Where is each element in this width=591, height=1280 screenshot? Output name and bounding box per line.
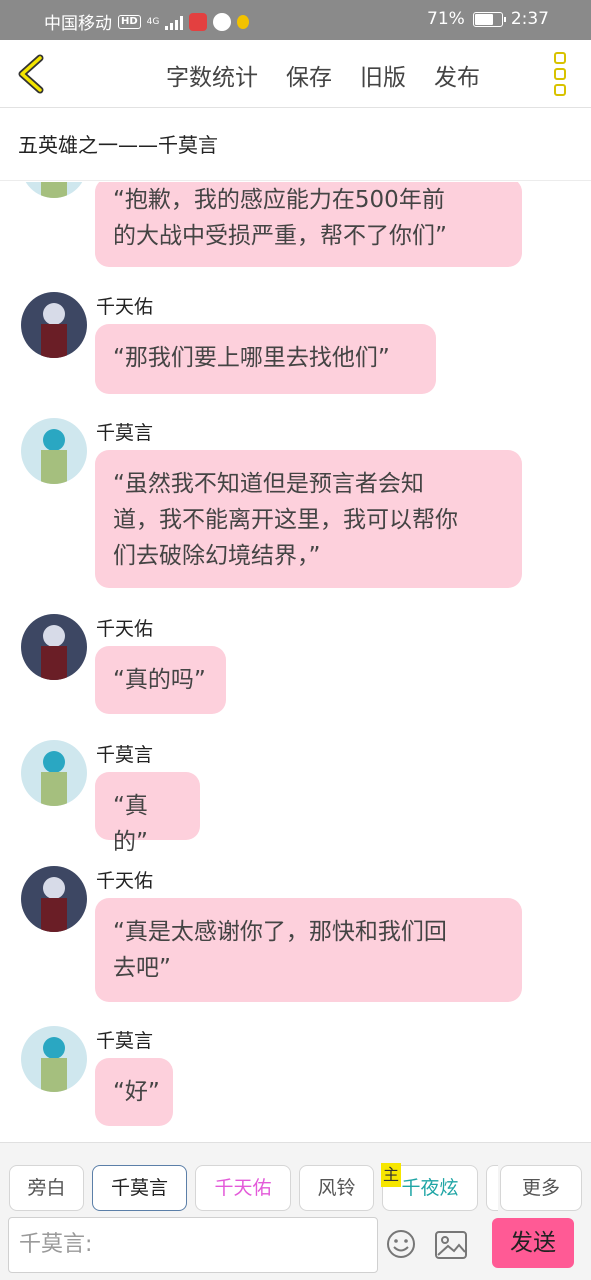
input-row: 千莫言: 发送 [0, 1217, 591, 1277]
role-narrator[interactable]: 旁白 [9, 1165, 84, 1211]
sender-name: 千天佑 [96, 870, 154, 892]
avatar-qianmoyan-image [21, 418, 87, 484]
role-overflow [486, 1165, 498, 1211]
toolbar-actions: 字数统计 保存 旧版 发布 [166, 58, 480, 92]
message-input[interactable]: 千莫言: [8, 1217, 378, 1273]
avatar-qiantianyou-image [21, 866, 87, 932]
message-bubble: “好” [95, 1058, 173, 1126]
message-bubble: “真的吗” [95, 646, 226, 714]
sender-name: 千莫言 [96, 422, 154, 444]
avatar-qianmoyan[interactable] [21, 418, 87, 484]
hd-icon: HD [118, 14, 141, 29]
publish-button[interactable]: 发布 [434, 58, 480, 92]
sender-name: 千莫言 [96, 744, 154, 766]
role-more-button[interactable]: 更多 [500, 1165, 582, 1211]
message-bubble: “抱歉，我的感应能力在500年前 的大战中受损严重，帮不了你们” [95, 182, 522, 267]
avatar-qiantianyou[interactable] [21, 292, 87, 358]
avatar-qianmoyan-image [21, 740, 87, 806]
message-bubble: “真的” [95, 772, 200, 855]
old-version-button[interactable]: 旧版 [360, 58, 406, 92]
save-button[interactable]: 保存 [286, 58, 332, 92]
more-menu-icon[interactable] [551, 52, 569, 96]
avatar-qiantianyou[interactable] [21, 614, 87, 680]
signal-icon [165, 14, 184, 30]
clock: 2:37 [510, 9, 549, 29]
battery-icon [472, 11, 506, 27]
compose-bar: 旁白 千莫言 千天佑 风铃 千夜炫 主 更多 千莫言: 发送 [0, 1142, 591, 1280]
back-button[interactable] [14, 54, 50, 94]
host-tag: 主 [381, 1163, 401, 1187]
status-left: 中国移动 HD 4G [44, 9, 250, 34]
editor-toolbar: 字数统计 保存 旧版 发布 [0, 40, 591, 108]
sender-name: 千天佑 [96, 296, 154, 318]
status-bar: 中国移动 HD 4G 71% 2:37 [0, 0, 591, 40]
emoji-icon[interactable] [386, 1229, 416, 1259]
status-right: 71% 2:37 [427, 9, 549, 29]
network-label: 4G [146, 16, 160, 27]
avatar-qiantianyou-image [21, 292, 87, 358]
avatar-qianmoyan-image [21, 182, 87, 198]
message-bubble: “那我们要上哪里去找他们” [95, 324, 436, 394]
message-line: 去吧” [113, 955, 171, 981]
sender-name: 千天佑 [96, 618, 154, 640]
avatar-qianmoyan[interactable] [21, 1026, 87, 1092]
message-line: “真是太感谢你了，那快和我们回 [113, 919, 447, 945]
chat-area[interactable]: “抱歉，我的感应能力在500年前 的大战中受损严重，帮不了你们” 千天佑 “那我… [0, 182, 591, 1142]
role-qiantianyou[interactable]: 千天佑 [195, 1165, 291, 1211]
word-count-button[interactable]: 字数统计 [166, 58, 258, 92]
role-fengling[interactable]: 风铃 [299, 1165, 374, 1211]
avatar-qiantianyou[interactable] [21, 866, 87, 932]
role-qianmoyan[interactable]: 千莫言 [92, 1165, 187, 1211]
avatar-qiantianyou-image [21, 614, 87, 680]
role-selector: 旁白 千莫言 千天佑 风铃 千夜炫 主 更多 [0, 1163, 591, 1213]
message-line: “虽然我不知道但是预言者会知 [113, 471, 424, 497]
send-button[interactable]: 发送 [492, 1218, 574, 1268]
carrier-label: 中国移动 [44, 14, 112, 34]
avatar-qianmoyan[interactable] [21, 740, 87, 806]
image-icon[interactable] [435, 1231, 467, 1259]
message-line: 们去破除幻境结界，” [113, 543, 321, 569]
chat-app-icon [213, 12, 232, 31]
story-title: 五英雄之一——千莫言 [0, 109, 591, 181]
sender-name: 千莫言 [96, 1030, 154, 1052]
message-bubble: “真是太感谢你了，那快和我们回 去吧” [95, 898, 522, 1002]
message-line: 的大战中受损严重，帮不了你们” [113, 223, 447, 249]
message-line: “抱歉，我的感应能力在500年前 [113, 187, 445, 213]
battery-percent: 71% [427, 9, 465, 29]
bulb-app-icon [237, 14, 250, 29]
avatar-qianmoyan[interactable] [21, 182, 87, 198]
avatar-qianmoyan-image [21, 1026, 87, 1092]
message-bubble: “虽然我不知道但是预言者会知 道，我不能离开这里，我可以帮你 们去破除幻境结界，… [95, 450, 522, 588]
message-line: 道，我不能离开这里，我可以帮你 [113, 507, 458, 533]
back-arrow-icon [18, 54, 44, 94]
notification-app-icon [189, 12, 208, 31]
